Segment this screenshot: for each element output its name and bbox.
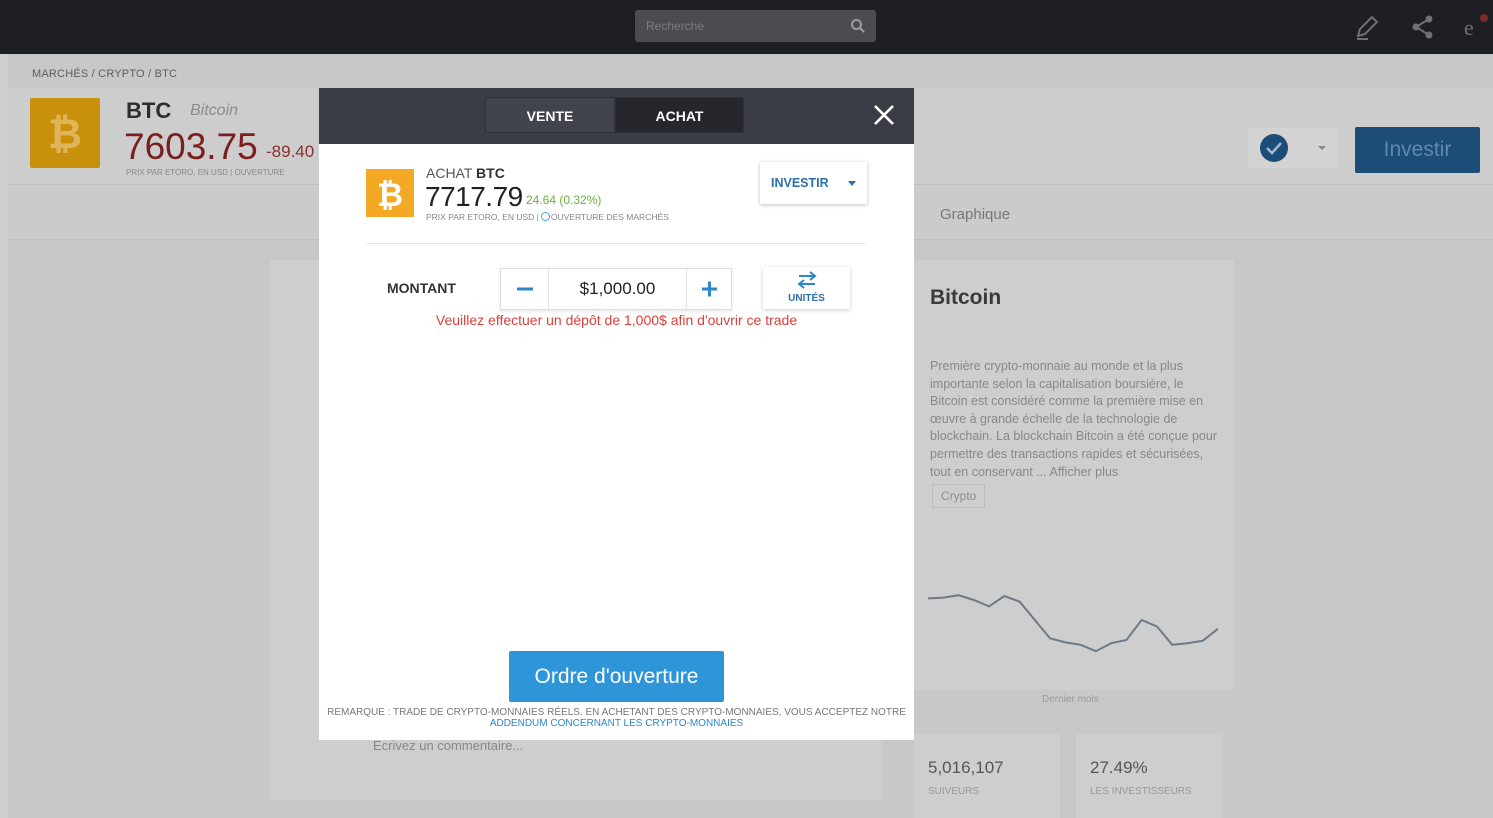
tab-achat[interactable]: ACHAT	[615, 97, 744, 133]
followers-stat: 5,016,107 SUIVEURS	[914, 734, 1060, 818]
followers-label: SUIVEURS	[928, 786, 980, 797]
tab-vente[interactable]: VENTE	[485, 97, 615, 133]
deposit-warning: Veuillez effectuer un dépôt de 1,000$ af…	[435, 312, 798, 328]
share-icon[interactable]	[1408, 12, 1438, 42]
price-source-line: PRIX PAR ETORO, EN USD | OUVERTURE DES MA…	[426, 212, 669, 222]
asset-name: Bitcoin	[190, 102, 239, 119]
investors-stat: 27.49% LES INVESTISSEURS	[1076, 734, 1222, 818]
amount-stepper: $1,000.00	[500, 268, 732, 310]
price-sparkline	[928, 594, 1218, 653]
investors-label: LES INVESTISSEURS	[1090, 786, 1192, 797]
svg-text:₿: ₿	[377, 177, 403, 213]
order-type-dropdown[interactable]: INVESTIR	[760, 162, 867, 204]
comment-input[interactable]: Écrivez un commentaire...	[373, 738, 523, 753]
decrease-amount-button[interactable]	[501, 269, 549, 309]
trade-symbol: BTC	[476, 165, 505, 181]
plus-icon	[702, 281, 717, 297]
about-title: Bitcoin	[930, 286, 1002, 309]
divider	[366, 243, 866, 244]
crypto-addendum-link[interactable]: ADDENDUM CONCERNANT LES CRYPTO-MONNAIES	[490, 718, 743, 729]
chevron-down-icon	[848, 181, 856, 186]
increase-amount-button[interactable]	[686, 269, 731, 309]
trade-price: 7717.79	[425, 181, 523, 212]
switch-to-units-button[interactable]: UNITÉS	[763, 267, 850, 309]
asset-price: 7603.75	[124, 126, 258, 167]
crypto-note-text: REMARQUE : TRADE DE CRYPTO-MONNAIES RÉEL…	[327, 707, 906, 718]
about-description: Première crypto-monnaie au monde et la p…	[930, 359, 1217, 479]
top-navigation-bar: Recherche e	[0, 0, 1493, 54]
search-box[interactable]: Recherche	[635, 10, 876, 42]
tab-graphique[interactable]: Graphique	[940, 206, 1010, 223]
market-status: OUVERTURE DES MARCHÉS	[550, 212, 669, 222]
trade-modal: VENTE ACHAT ₿ ACHAT BTC 7717.79 24.64 (0…	[319, 88, 914, 740]
trade-action-line: ACHAT BTC	[426, 165, 505, 181]
sparkline-path	[928, 594, 1218, 653]
open-order-button[interactable]: Ordre d'ouverture	[509, 651, 724, 702]
amount-input[interactable]: $1,000.00	[549, 269, 686, 309]
sparkline-caption: Dernier mois	[1042, 694, 1099, 705]
breadcrumb[interactable]: MARCHÉS / CRYPTO / BTC	[32, 68, 177, 80]
bitcoin-logo-icon: ₿	[30, 98, 100, 168]
clock-icon	[540, 212, 550, 221]
asset-price-change: -89.40	[266, 142, 315, 161]
etoro-logo-icon[interactable]: e	[1462, 12, 1492, 42]
category-tag[interactable]: Crypto	[932, 484, 986, 508]
watchlist-toggle[interactable]	[1248, 128, 1338, 168]
search-input[interactable]: Recherche	[646, 19, 704, 33]
close-icon[interactable]	[872, 103, 896, 127]
followers-value: 5,016,107	[928, 758, 1004, 777]
svg-text:e: e	[1464, 15, 1474, 40]
order-type-label: INVESTIR	[771, 176, 829, 190]
asset-symbol: BTC	[126, 98, 172, 123]
bitcoin-logo-icon: ₿	[366, 169, 414, 217]
price-source: PRIX PAR ETORO, EN USD |	[426, 212, 539, 222]
minus-icon	[517, 287, 533, 291]
trade-action: ACHAT	[426, 165, 473, 181]
modal-header: VENTE ACHAT	[319, 88, 914, 144]
amount-label: MONTANT	[387, 280, 456, 296]
swap-arrows-icon	[797, 271, 817, 289]
search-icon[interactable]	[850, 18, 866, 34]
units-label: UNITÉS	[788, 293, 825, 304]
trade-price-change: 24.64 (0.32%)	[526, 193, 602, 207]
pencil-icon[interactable]	[1352, 12, 1382, 42]
svg-text:₿: ₿	[48, 110, 82, 157]
crypto-note: REMARQUE : TRADE DE CRYPTO-MONNAIES RÉEL…	[319, 707, 914, 729]
asset-price-source: PRIX PAR ETORO, EN USD | OUVERTURE	[126, 168, 285, 177]
invest-button[interactable]: Investir	[1355, 127, 1480, 173]
investors-value: 27.49%	[1090, 758, 1148, 777]
